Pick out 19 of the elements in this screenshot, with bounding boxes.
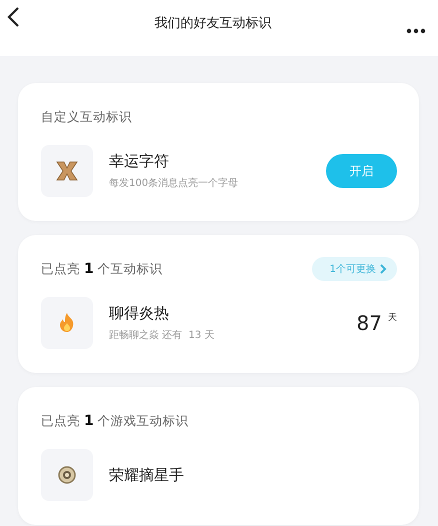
badge-name: 荣耀摘星手 [109, 466, 185, 484]
more-icon[interactable] [406, 28, 426, 34]
medal-icon [57, 465, 77, 485]
replace-link[interactable]: 1个可更换 [312, 257, 397, 281]
section-heading: 自定义互动标识 [41, 108, 132, 126]
badge-description: 距畅聊之焱 还有 13 天 [109, 328, 216, 342]
day-unit: 天 [388, 312, 397, 324]
badge-name: 聊得炎热 [109, 304, 170, 323]
badge-name: 幸运字符 [109, 152, 170, 171]
back-icon[interactable] [6, 6, 20, 28]
badge-description: 每发100条消息点亮一个字母 [109, 176, 240, 190]
chevron-icon [379, 264, 387, 274]
day-count: 87 [356, 311, 382, 335]
section-heading: 已点亮 1 个游戏互动标识 [41, 412, 189, 430]
section-heading: 已点亮 1 个互动标识 [41, 260, 163, 278]
page-title: 我们的好友互动标识 [154, 15, 272, 32]
flame-icon [58, 312, 76, 334]
enable-button[interactable]: 开启 [326, 154, 397, 188]
x-letter-icon [56, 161, 78, 181]
